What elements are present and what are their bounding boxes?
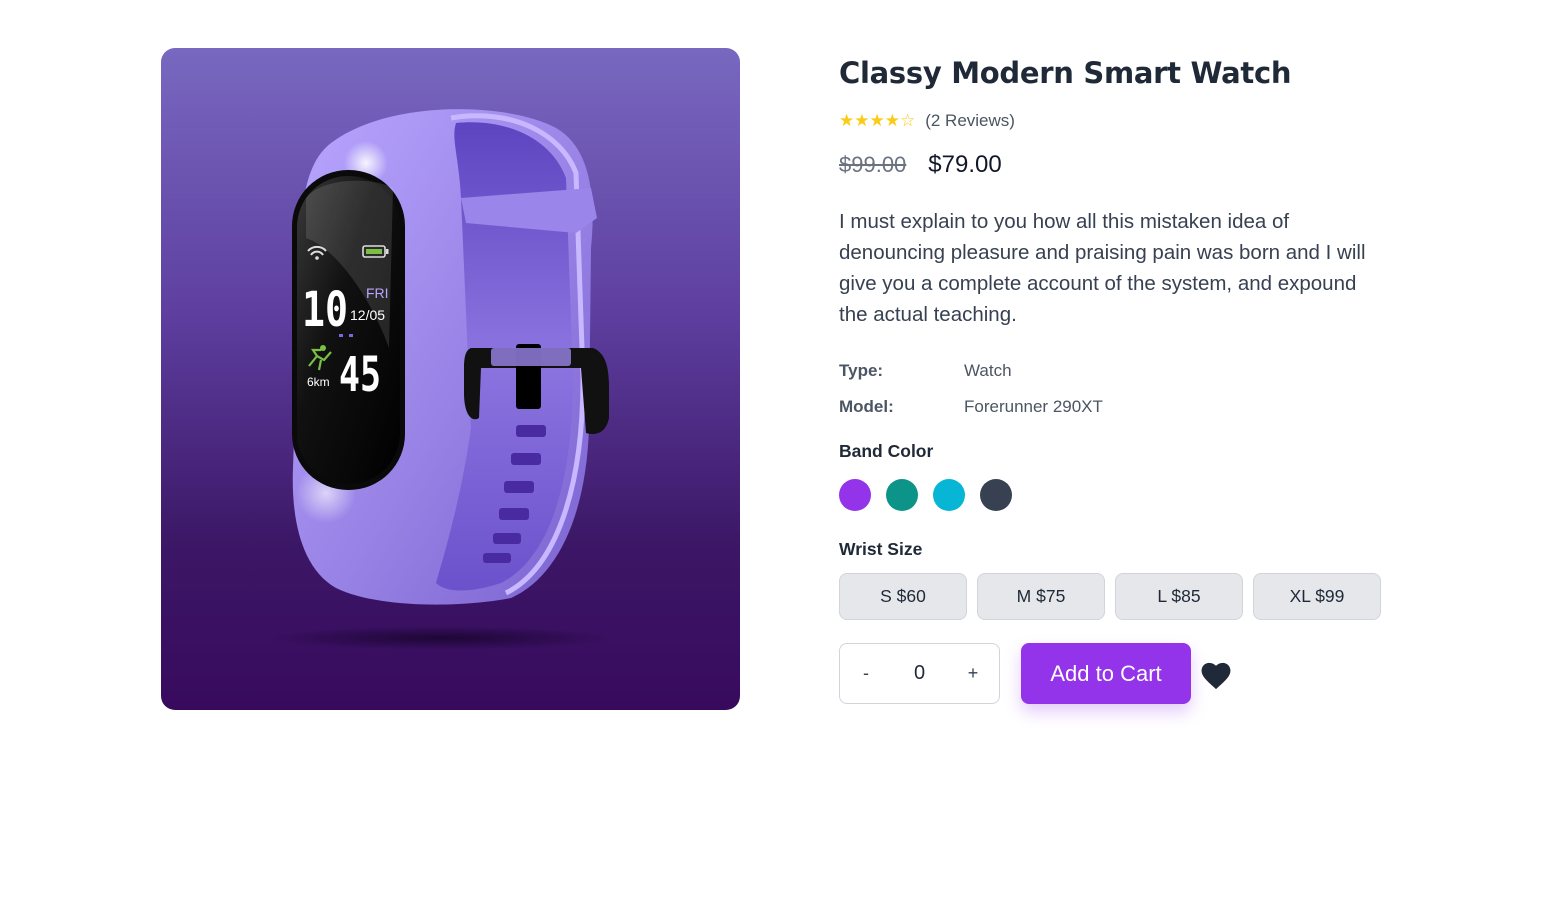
product-title: Classy Modern Smart Watch [839,56,1292,90]
spec-label: Type: [839,361,884,380]
product-image: 10 FRI 12/05 6km 45 [161,48,740,710]
size-button-xl[interactable]: XL $99 [1253,573,1381,620]
color-swatch-slate[interactable] [980,479,1012,511]
heart-icon[interactable] [1199,659,1233,691]
watch-minute: 45 [339,347,381,403]
spec-value: Forerunner 290XT [964,397,1103,416]
color-swatch-purple[interactable] [839,479,871,511]
color-swatch-teal[interactable] [886,479,918,511]
quantity-stepper: - 0 + [839,643,1000,704]
smart-watch-illustration: 10 FRI 12/05 6km 45 [271,109,611,650]
product-description: I must explain to you how all this mista… [839,210,1366,326]
spec-row-model: Model: Forerunner 290XT [839,389,1103,425]
reviews-count[interactable]: (2 Reviews) [925,111,1015,131]
add-to-cart-button[interactable]: Add to Cart [1021,643,1191,704]
product-rating: ★★★★☆ (2 Reviews) [839,111,1015,131]
band-color-label: Band Color [839,441,934,461]
wrist-size-options: S $60 M $75 L $85 XL $99 [839,573,1381,620]
spec-row-type: Type: Watch [839,353,1103,389]
quantity-value[interactable]: 0 [892,662,947,685]
size-button-m[interactable]: M $75 [977,573,1105,620]
old-price: $99.00 [839,152,907,177]
product-page: 10 FRI 12/05 6km 45 Classy Modern Smart … [0,0,1557,897]
wrist-size-label: Wrist Size [839,539,923,559]
color-swatch-cyan[interactable] [933,479,965,511]
star-rating-icon: ★★★★☆ [839,111,916,130]
size-button-l[interactable]: L $85 [1115,573,1243,620]
product-specs: Type: Watch Model: Forerunner 290XT [839,353,1103,425]
decrement-button[interactable]: - [840,663,892,684]
watch-hour: 10 [302,282,348,338]
spec-label: Model: [839,397,894,416]
increment-button[interactable]: + [947,663,999,684]
size-button-s[interactable]: S $60 [839,573,967,620]
watch-date: 12/05 [350,307,385,323]
spec-value: Watch [964,361,1012,380]
band-color-options [839,479,1012,511]
watch-day: FRI [366,285,389,301]
current-price: $79.00 [928,151,1002,178]
watch-distance: 6km [307,375,330,389]
price-block: $99.00 $79.00 [839,151,1002,179]
